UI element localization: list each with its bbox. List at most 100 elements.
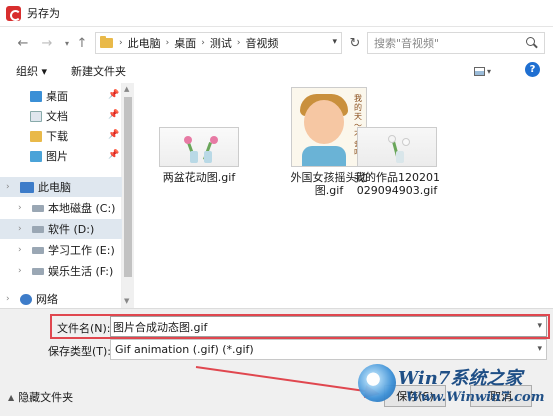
search-icon[interactable] xyxy=(524,35,540,51)
chevron-right-icon[interactable]: › xyxy=(18,224,28,234)
desktop-icon xyxy=(30,90,42,102)
face-shape xyxy=(304,100,344,144)
change-view-button[interactable]: ▾ xyxy=(474,62,496,80)
nav-item-label: 此电脑 xyxy=(38,181,71,194)
watermark-url: Www.Winwin7.com xyxy=(406,390,545,405)
address-field[interactable]: › 此电脑 › 桌面 › 测试 › 音视频 ▾ xyxy=(95,32,342,54)
forward-arrow-icon[interactable]: → xyxy=(38,34,56,52)
nav-item-downloads[interactable]: 下载 📌 xyxy=(0,126,122,146)
hide-folders-toggle[interactable]: ▲ 隐藏文件夹 xyxy=(8,389,73,405)
scroll-down-icon[interactable]: ▼ xyxy=(124,297,129,305)
download-icon xyxy=(30,130,42,142)
file-thumbnail-work xyxy=(357,127,437,167)
nav-item-label: 下载 xyxy=(46,130,68,143)
filetype-label: 保存类型(T): xyxy=(48,345,112,358)
help-icon[interactable]: ? xyxy=(525,62,540,77)
flower-shape xyxy=(388,135,396,143)
computer-icon xyxy=(20,181,34,193)
flower-shape xyxy=(184,136,192,144)
file-list: 两盆花动图.gif 我的天～不会吧 外国女孩摇头动图.gif 我的作品12020… xyxy=(136,83,553,308)
chevron-down-icon: ▾ xyxy=(487,66,492,76)
nav-item-drive-f[interactable]: › 娱乐生活 (F:) xyxy=(0,261,122,281)
flower-shape xyxy=(402,138,410,146)
chevron-right-icon: › xyxy=(201,38,205,48)
drive-icon xyxy=(32,246,44,254)
chevron-right-icon[interactable]: › xyxy=(18,203,28,213)
chevron-up-icon: ▲ xyxy=(8,392,15,402)
nav-item-drive-d[interactable]: › 软件 (D:) xyxy=(0,219,122,239)
chevron-right-icon: › xyxy=(236,38,241,48)
file-item[interactable]: 我的作品120201029094903.gif xyxy=(354,127,440,197)
address-bar: ← → ▾ ↑ › 此电脑 › 桌面 › 测试 › 音视频 ▾ ↻ 搜索"音视频… xyxy=(0,27,553,59)
nav-item-label: 本地磁盘 (C:) xyxy=(48,202,116,215)
vase-shape xyxy=(396,151,404,163)
chevron-right-icon[interactable]: › xyxy=(6,182,16,192)
nav-item-network[interactable]: › 网络 xyxy=(0,289,122,309)
window-title: 另存为 xyxy=(27,7,60,20)
filetype-select[interactable]: Gif animation (.gif) (*.gif) ▾ xyxy=(110,339,547,360)
navigation-pane: 桌面 📌 文档 📌 下载 📌 图片 📌 › 此电脑 › 本地磁盘 (C:) › … xyxy=(0,83,122,308)
breadcrumb-av[interactable]: 音视频 xyxy=(242,35,281,51)
vase-shape xyxy=(204,151,212,163)
nav-item-drive-c[interactable]: › 本地磁盘 (C:) xyxy=(0,198,122,218)
app-logo-icon xyxy=(6,5,21,21)
drive-icon xyxy=(32,225,44,233)
nav-item-label: 网络 xyxy=(36,293,58,306)
file-thumbnail-flowers xyxy=(159,127,239,167)
watermark: Win7系统之家 Www.Winwin7.com xyxy=(358,362,548,410)
nav-item-label: 软件 (D:) xyxy=(48,223,95,236)
up-arrow-icon[interactable]: ↑ xyxy=(73,34,91,52)
vase-shape xyxy=(190,151,198,163)
chevron-down-icon[interactable]: ▾ xyxy=(537,344,542,354)
file-item[interactable]: 两盆花动图.gif xyxy=(156,127,242,184)
filetype-value: Gif animation (.gif) (*.gif) xyxy=(115,343,254,356)
back-arrow-icon[interactable]: ← xyxy=(14,34,32,52)
nav-item-label: 文档 xyxy=(46,110,68,123)
refresh-icon[interactable]: ↻ xyxy=(345,32,365,54)
breadcrumb-test[interactable]: 测试 xyxy=(207,35,235,51)
pin-icon: 📌 xyxy=(108,90,120,100)
scrollbar-thumb[interactable] xyxy=(124,97,132,277)
address-dropdown-icon[interactable]: ▾ xyxy=(332,37,337,47)
watermark-brand: Win7系统之家 xyxy=(398,368,523,389)
pin-icon: 📌 xyxy=(108,110,120,120)
body-shape xyxy=(302,146,346,166)
nav-item-documents[interactable]: 文档 📌 xyxy=(0,106,122,126)
hide-folders-label: 隐藏文件夹 xyxy=(18,391,74,404)
breadcrumb-this-pc[interactable]: 此电脑 xyxy=(125,35,164,51)
organize-button[interactable]: 组织 ▾ xyxy=(10,63,53,79)
search-field[interactable]: 搜索"音视频" xyxy=(367,32,545,54)
scroll-up-icon[interactable]: ▲ xyxy=(124,85,129,93)
nav-scrollbar[interactable]: ▲ ▼ xyxy=(122,83,134,308)
pictures-icon xyxy=(30,150,42,162)
nav-item-desktop[interactable]: 桌面 📌 xyxy=(0,86,122,106)
chevron-right-icon: › xyxy=(165,38,170,48)
drive-icon xyxy=(32,267,44,275)
new-folder-button[interactable]: 新建文件夹 xyxy=(65,63,132,79)
nav-item-drive-e[interactable]: › 学习工作 (E:) xyxy=(0,240,122,260)
chevron-right-icon[interactable]: › xyxy=(18,245,28,255)
nav-item-label: 学习工作 (E:) xyxy=(48,244,115,257)
file-name: 两盆花动图.gif xyxy=(162,171,236,184)
flower-shape xyxy=(210,136,218,144)
folder-icon xyxy=(100,36,113,48)
windows-logo-icon xyxy=(358,364,396,402)
title-bar: 另存为 xyxy=(0,0,553,27)
chevron-right-icon[interactable]: › xyxy=(6,294,16,304)
nav-item-label: 桌面 xyxy=(46,90,68,103)
highlight-box xyxy=(50,314,550,339)
search-placeholder: 搜索"音视频" xyxy=(374,37,440,50)
breadcrumb-desktop[interactable]: 桌面 xyxy=(171,35,199,51)
nav-item-pictures[interactable]: 图片 📌 xyxy=(0,146,122,166)
view-icon xyxy=(474,66,485,76)
network-icon xyxy=(20,293,32,305)
command-bar: 组织 ▾ 新建文件夹 ▾ ? xyxy=(0,59,553,83)
pin-icon: 📌 xyxy=(108,150,120,160)
nav-item-label: 图片 xyxy=(46,150,68,163)
nav-item-label: 娱乐生活 (F:) xyxy=(48,265,114,278)
nav-item-this-pc[interactable]: › 此电脑 xyxy=(0,177,122,197)
chevron-right-icon: › xyxy=(119,38,123,48)
file-name: 我的作品120201029094903.gif xyxy=(354,171,440,197)
chevron-right-icon[interactable]: › xyxy=(18,266,28,276)
drive-icon xyxy=(32,204,44,212)
